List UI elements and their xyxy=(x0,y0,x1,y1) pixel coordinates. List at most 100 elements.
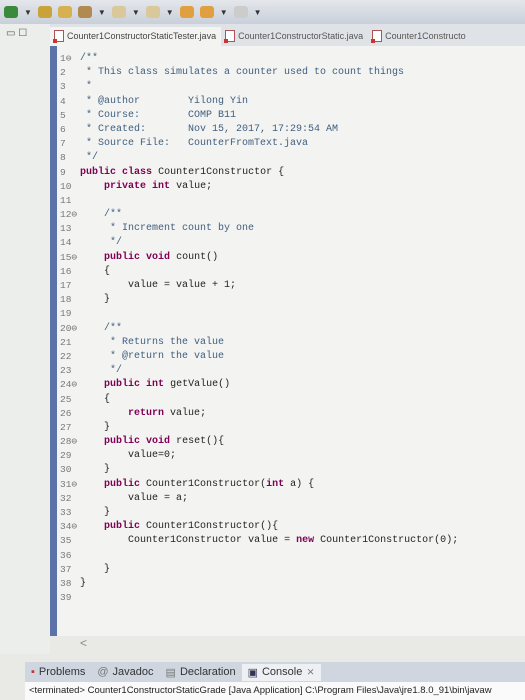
code-editor[interactable]: 1⊖ /** 2 * This class simulates a counter … xyxy=(50,46,525,636)
java-file-icon xyxy=(53,30,64,43)
code-text: */ xyxy=(80,152,99,164)
line-number: 18 xyxy=(60,294,72,306)
code-line: 29 value=0; xyxy=(60,449,520,463)
code-text: * @return the value xyxy=(80,350,225,362)
code-line: 5 * Course: COMP B11 xyxy=(60,109,520,123)
next-annotation-icon[interactable] xyxy=(111,6,126,18)
code-line: 22 * @return the value xyxy=(60,350,520,364)
code-line: 21 * Returns the value xyxy=(60,336,520,350)
code-line: 31⊖ public Counter1Constructor(int a) { xyxy=(60,478,520,492)
prev-annotation-icon[interactable] xyxy=(145,6,160,18)
code-line: 11 xyxy=(60,194,520,208)
minimize-maximize-icons[interactable]: ▭ ☐ xyxy=(6,28,27,39)
tab-problems[interactable]: ▪ Problems xyxy=(25,664,91,680)
line-number: 2 xyxy=(60,67,66,79)
tab-label: Declaration xyxy=(179,666,236,678)
line-number: 22 xyxy=(60,350,72,362)
code-text: value = value + 1; xyxy=(80,280,237,291)
line-number: 11 xyxy=(60,194,72,206)
back-nav-icon[interactable] xyxy=(199,6,214,18)
editor-tab[interactable]: Counter1ConstructorStaticTester.java xyxy=(50,27,222,46)
dropdown-arrow-icon[interactable]: ▼ xyxy=(132,8,140,17)
tab-label: Problems xyxy=(38,666,86,678)
editor-tabs: Counter1ConstructorStaticTester.java Coun… xyxy=(50,24,525,46)
line-number: 31⊖ xyxy=(60,478,78,490)
edit-icon[interactable] xyxy=(77,6,92,18)
line-number: 27 xyxy=(60,421,72,433)
code-line: 10 private int value; xyxy=(60,180,520,194)
tab-label: Counter1ConstructorStaticTester.java xyxy=(67,31,217,41)
dropdown-arrow-icon[interactable]: ▼ xyxy=(98,8,106,17)
java-file-icon xyxy=(224,30,236,43)
close-icon[interactable]: ⨯ xyxy=(306,667,314,678)
code-text: * Increment count by one xyxy=(80,223,255,235)
code-text: /** xyxy=(80,209,123,221)
code-line: 18 } xyxy=(60,293,520,307)
line-number: 6 xyxy=(60,123,66,135)
code-text: * @author Yilong Yin xyxy=(80,95,249,107)
toolbar: ▼ ▼ ▼ ▼ ▼ ▼ xyxy=(0,0,525,24)
code-text: * Returns the value xyxy=(80,336,225,348)
dropdown-arrow-icon[interactable]: ▼ xyxy=(24,8,32,17)
code-line: 25 { xyxy=(60,393,520,407)
line-number: 37 xyxy=(60,563,72,575)
declaration-icon: ▤ xyxy=(165,666,176,679)
line-number: 16 xyxy=(60,265,72,277)
code-text: public void count() xyxy=(104,251,219,263)
code-text: value=0; xyxy=(80,450,177,462)
line-number: 15⊖ xyxy=(60,251,78,263)
code-line: 34⊖ public Counter1Constructor(){ xyxy=(60,520,520,534)
line-number: 36 xyxy=(60,549,72,561)
line-number: 24⊖ xyxy=(60,379,78,391)
editor-tab[interactable]: Counter1ConstructorStatic.java xyxy=(221,27,368,46)
code-text: Counter1Constructor value = new Counter1… xyxy=(128,535,459,547)
code-text: } xyxy=(80,464,111,476)
code-text: { xyxy=(80,265,111,277)
tab-javadoc[interactable]: @ Javadoc xyxy=(91,664,159,680)
line-number: 3 xyxy=(60,81,66,93)
run-icon[interactable] xyxy=(4,6,18,18)
line-number: 17 xyxy=(60,280,72,291)
line-number: 26 xyxy=(60,407,72,419)
editor-tab[interactable]: Counter1Constructo xyxy=(368,27,471,46)
dropdown-arrow-icon[interactable]: ▼ xyxy=(166,8,174,17)
code-text: private int value; xyxy=(104,180,213,192)
line-number: 30 xyxy=(60,464,72,476)
code-text: * Course: COMP B11 xyxy=(80,109,237,121)
code-line: 27 } xyxy=(60,421,520,435)
horizontal-scroll-left[interactable]: < xyxy=(80,636,87,650)
code-line: 9 public class Counter1Constructor { xyxy=(60,166,520,180)
code-line: 15⊖ public void count() xyxy=(60,251,520,265)
tab-console[interactable]: ▣ Console ⨯ xyxy=(241,663,321,681)
code-text: public Counter1Constructor(int a) { xyxy=(104,478,315,490)
line-number: 33 xyxy=(60,507,72,518)
tab-declaration[interactable]: ▤ Declaration xyxy=(160,664,242,681)
code-line: 37 } xyxy=(60,563,520,577)
tab-label: Counter1Constructo xyxy=(385,31,466,41)
back-icon[interactable] xyxy=(179,6,194,18)
dropdown-arrow-icon[interactable]: ▼ xyxy=(254,8,262,17)
problems-icon: ▪ xyxy=(31,666,35,678)
line-number: 21 xyxy=(60,336,72,348)
code-text: } xyxy=(80,563,111,575)
code-line: 26 return value; xyxy=(60,407,520,421)
line-number: 35 xyxy=(60,535,72,547)
code-text: * Source File: CounterFromText.java xyxy=(80,138,309,150)
code-line: 24⊖ public int getValue() xyxy=(60,378,520,392)
line-number: 38 xyxy=(60,577,72,589)
line-number: 29 xyxy=(60,450,72,462)
open-folder-icon[interactable] xyxy=(57,6,72,18)
code-area[interactable]: 1⊖ /** 2 * This class simulates a counter … xyxy=(60,52,520,605)
console-icon: ▣ xyxy=(247,666,258,679)
forward-icon[interactable] xyxy=(233,6,248,18)
code-line: 36 xyxy=(60,549,520,563)
dropdown-arrow-icon[interactable]: ▼ xyxy=(220,8,228,17)
line-number: 12⊖ xyxy=(60,209,78,221)
code-line: 20⊖ /** xyxy=(60,322,520,336)
open-type-icon[interactable] xyxy=(37,6,52,18)
editor-ruler xyxy=(50,46,57,636)
code-line: 35 Counter1Constructor value = new Count… xyxy=(60,534,520,548)
code-text: } xyxy=(80,294,111,306)
code-line: 7 * Source File: CounterFromText.java xyxy=(60,137,520,151)
line-number: 20⊖ xyxy=(60,322,78,334)
